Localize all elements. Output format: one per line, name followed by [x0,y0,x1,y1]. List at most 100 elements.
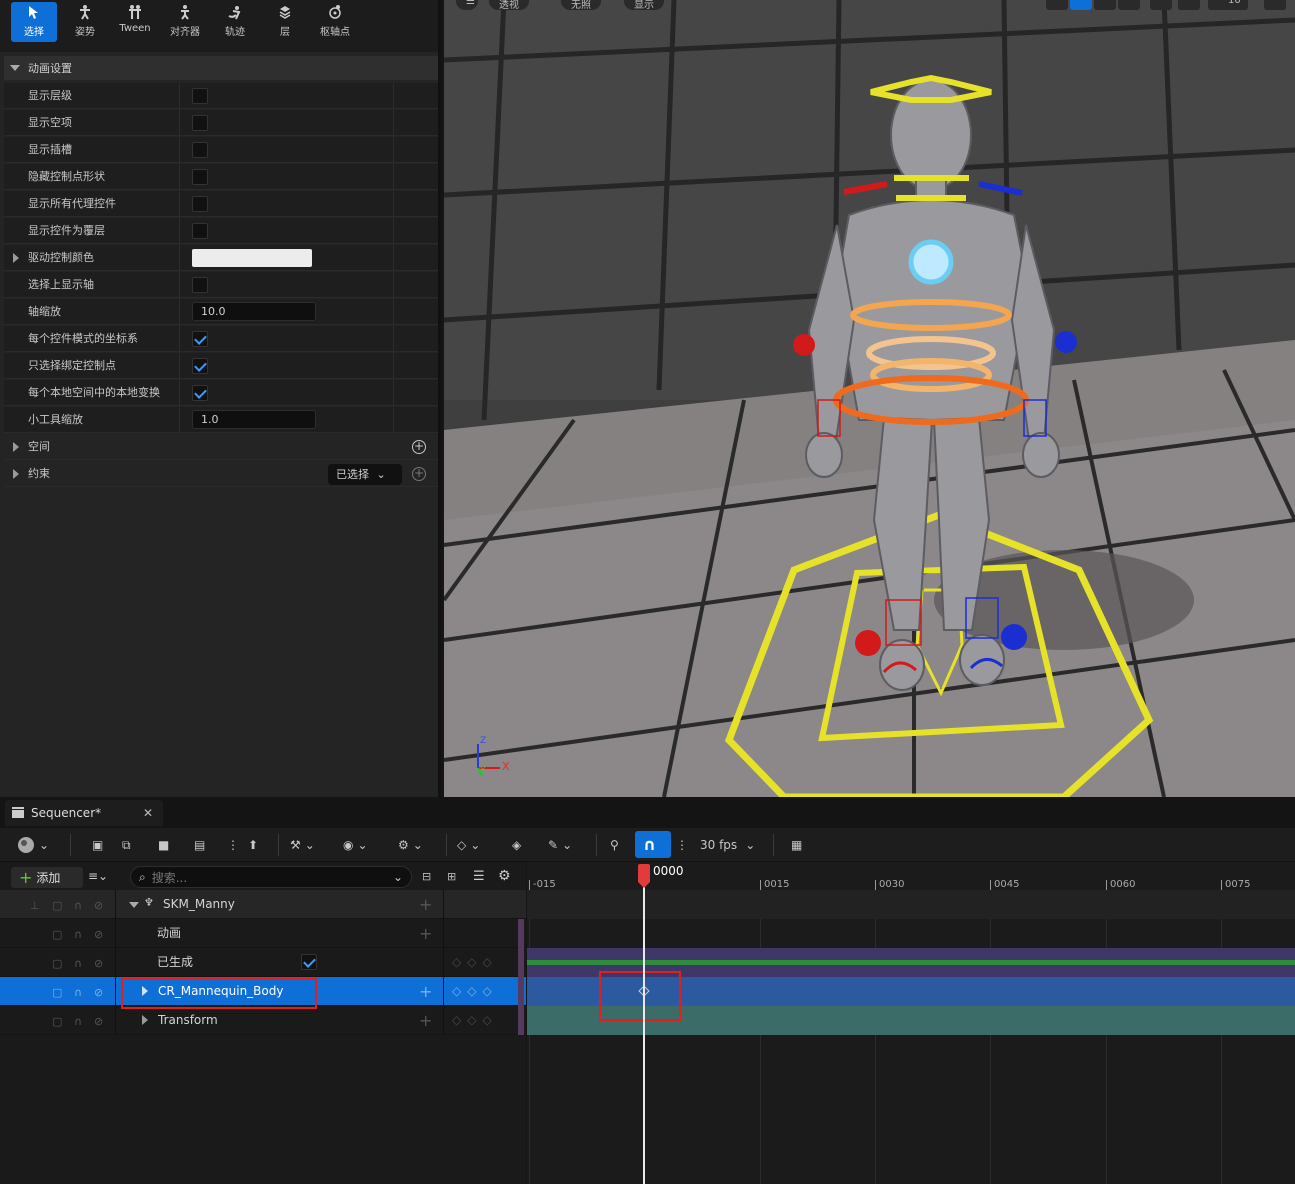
driven-control-color-swatch[interactable] [192,249,312,267]
camera-icon[interactable]: ■ [158,835,169,855]
expanded-arrow-icon[interactable] [129,902,139,908]
frame-rate-dropdown[interactable]: 30 fps ⌄ [700,835,755,855]
solo-icon[interactable]: ∩ [74,1015,85,1028]
constraint-filter-dropdown[interactable]: 已选择 ⌄ [328,464,402,485]
show-button[interactable]: 显示 [624,0,664,11]
expand-arrow-icon[interactable] [13,253,19,263]
solo-icon[interactable]: ∩ [74,986,85,999]
sequencer-tab[interactable]: Sequencer* ✕ [5,800,163,826]
mode-pivot-button[interactable]: 枢轴点 [312,2,358,42]
show-all-proxy-controls-checkbox[interactable] [192,196,208,212]
add-to-track-icon[interactable]: + [419,1011,432,1030]
expand-arrow-icon[interactable] [142,1015,148,1025]
mute-icon[interactable]: ⊘ [94,928,105,941]
show-controls-as-overlay-checkbox[interactable] [192,223,208,239]
marker-icon[interactable]: ⚲ [610,835,619,855]
save-icon[interactable]: ▣ [92,835,103,855]
scale-mode-icon[interactable] [1118,0,1140,10]
track-row-transform[interactable]: ▢ ∩ ⊘ Transform + ◇◇◇ [0,1006,526,1035]
add-constraint-icon[interactable]: + [412,467,426,481]
level-viewport[interactable]: X Y Z ☰ 透视 无照 显示 10 [444,0,1295,797]
mode-trail-button[interactable]: 轨迹 [212,2,258,42]
mute-icon[interactable]: ⊘ [94,1015,105,1028]
spawned-checkbox[interactable] [301,954,317,970]
solo-icon[interactable]: ∩ [74,957,85,970]
filter-icon[interactable]: ≡⌄ [88,869,108,883]
track-search-input[interactable]: ⌕ 搜索... ⌄ [130,866,412,888]
playhead-handle[interactable] [638,864,650,882]
view-options-icon[interactable]: ◉ ⌄ [343,835,368,855]
mode-layer-button[interactable]: 层 [262,2,308,42]
lighting-mode-button[interactable]: 无照 [561,0,601,11]
lock-icon[interactable]: ▢ [52,928,63,941]
pin-icon[interactable]: ⊥ [30,899,41,912]
actions-icon[interactable]: ⬆ [248,835,258,855]
mode-select-button[interactable]: 选择 [11,2,57,42]
perspective-button[interactable]: 透视 [489,0,529,11]
mute-icon[interactable]: ⊘ [94,899,105,912]
playback-options-icon[interactable]: ⚙ ⌄ [398,835,423,855]
select-mode-icon[interactable] [1046,0,1068,10]
lock-icon[interactable]: ▢ [52,899,63,912]
surface-snap-icon[interactable] [1178,0,1200,10]
lock-icon[interactable]: ▢ [52,957,63,970]
world-space-icon[interactable] [1150,0,1172,10]
edit-mode-icon[interactable]: ✎ ⌄ [548,835,572,855]
mute-icon[interactable]: ⊘ [94,957,105,970]
rotate-mode-icon[interactable] [1094,0,1116,10]
render-movie-icon[interactable]: ▤ [194,835,205,855]
world-menu-icon[interactable]: ⌄ [17,835,49,855]
key-interpolation-icon[interactable]: ◇ ⌄ [457,835,480,855]
snap-options-icon[interactable]: ⋮ [676,835,688,855]
playhead-line[interactable] [643,867,645,1184]
animation-settings-header[interactable]: 动画设置 [4,56,438,80]
show-axes-on-selection-checkbox[interactable] [192,277,208,293]
add-to-track-icon[interactable]: + [419,895,432,914]
snap-toggle-button[interactable]: ∩ [635,831,671,858]
axes-scale-input[interactable]: 10.0 [192,302,316,321]
collapse-all-icon[interactable]: ⊟ [422,870,431,883]
curve-editor-icon[interactable]: ▦ [791,835,802,855]
mute-icon[interactable]: ⊘ [94,986,105,999]
mode-tween-button[interactable]: Tween [112,2,158,42]
mode-aligner-button[interactable]: 对齐器 [162,2,208,42]
translate-mode-icon[interactable] [1070,0,1092,10]
close-tab-icon[interactable]: ✕ [143,806,153,820]
grid-snap-button[interactable]: 10 [1208,0,1248,10]
solo-icon[interactable]: ∩ [74,899,85,912]
add-space-icon[interactable]: + [412,440,426,454]
coordinate-system-per-mode-checkbox[interactable] [192,331,208,347]
keyframe-nav-icon[interactable]: ◇◇◇ [452,984,498,998]
keyframe-nav-icon[interactable]: ◇◇◇ [452,1013,498,1027]
lock-icon[interactable]: ▢ [52,986,63,999]
show-hierarchy-checkbox[interactable] [192,88,208,104]
add-to-track-icon[interactable]: + [419,924,432,943]
lock-icon[interactable]: ▢ [52,1015,63,1028]
constraint-section[interactable]: 约束 已选择 ⌄ + [4,461,438,487]
find-in-browser-icon[interactable]: ⧉ [122,835,131,855]
hide-control-shapes-checkbox[interactable] [192,169,208,185]
settings-gear-icon[interactable]: ⚙ [498,868,511,884]
tools-menu-icon[interactable]: ⚒ ⌄ [290,835,315,855]
expand-all-icon[interactable]: ⊞ [447,870,456,883]
track-row-skm-manny[interactable]: ⊥ ▢ ∩ ⊘ ♆ SKM_Manny + [0,890,526,919]
local-transforms-checkbox[interactable] [192,385,208,401]
list-view-icon[interactable]: ☰ [473,869,485,884]
auto-key-icon[interactable]: ◈ [512,835,521,855]
keyframe-nav-icon[interactable]: ◇◇◇ [452,955,498,969]
track-row-cr-mannequin-body[interactable]: ▢ ∩ ⊘ CR_Mannequin_Body + ◇◇◇ [0,977,526,1009]
space-section[interactable]: 空间 + [4,434,438,460]
only-select-rig-controls-checkbox[interactable] [192,358,208,374]
show-nulls-checkbox[interactable] [192,115,208,131]
add-track-button[interactable]: + 添加 [11,867,83,888]
gizmo-scale-input[interactable]: 1.0 [192,410,316,429]
track-row-animation[interactable]: ▢ ∩ ⊘ 动画 + [0,919,526,948]
solo-icon[interactable]: ∩ [74,928,85,941]
rotation-snap-icon[interactable] [1264,0,1286,10]
more-options-icon[interactable]: ⋮ [227,835,239,855]
mode-pose-button[interactable]: 姿势 [62,2,108,42]
track-row-spawned[interactable]: ▢ ∩ ⊘ 已生成 ◇◇◇ [0,948,526,977]
add-to-track-icon[interactable]: + [419,982,432,1001]
show-sockets-checkbox[interactable] [192,142,208,158]
sequencer-timeline[interactable]: -015 0015 0030 0045 0060 0075 0000 [527,862,1295,1184]
